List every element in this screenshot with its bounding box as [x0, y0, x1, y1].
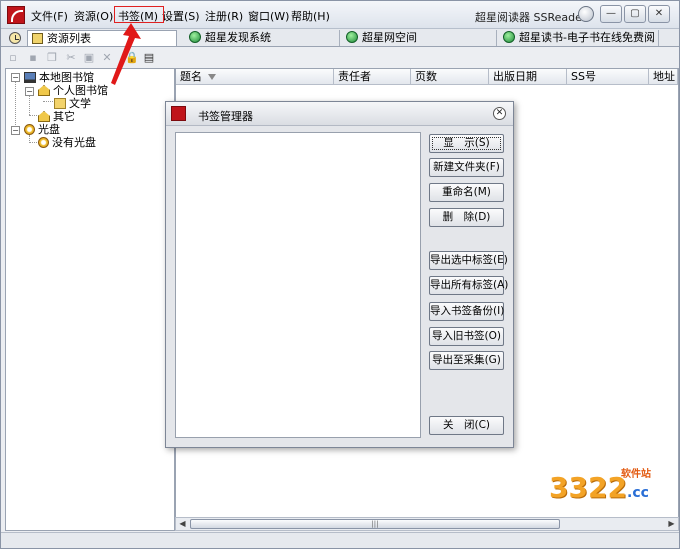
column-ss-number[interactable]: SS号 — [567, 69, 649, 85]
house-icon — [38, 85, 50, 96]
computer-icon — [24, 72, 36, 83]
dialog-close-icon[interactable]: ✕ — [493, 107, 506, 120]
dialog-title-bar[interactable]: 书签管理器 ✕ — [166, 102, 513, 126]
scroll-thumb[interactable]: ||| — [190, 519, 560, 529]
tree-item-no-disc[interactable]: 没有光盘 — [38, 136, 96, 149]
tree-item-personal-library[interactable]: 个人图书馆 — [38, 84, 108, 97]
column-title[interactable]: 题名 — [176, 69, 334, 85]
watermark-domain: .cc — [627, 485, 649, 501]
tree-item-cdrom[interactable]: 光盘 — [24, 123, 60, 136]
menu-file[interactable]: 文件(F) — [31, 8, 68, 24]
status-bar — [1, 532, 679, 548]
paste-icon[interactable]: ▣ — [83, 52, 95, 64]
expand-toggle[interactable]: − — [25, 87, 34, 96]
tree-item-local-library[interactable]: 本地图书馆 — [24, 71, 94, 84]
export-all-button[interactable]: 导出所有标签(A) — [429, 276, 508, 295]
watermark-tag: 软件站 — [621, 469, 651, 480]
globe-icon — [189, 31, 201, 43]
book-icon — [32, 33, 43, 44]
globe-icon — [346, 31, 358, 43]
menu-window[interactable]: 窗口(W) — [248, 8, 289, 24]
column-author[interactable]: 责任者 — [334, 69, 411, 85]
export-selected-button[interactable]: 导出选中标签(E) — [429, 251, 508, 270]
folder-icon — [54, 98, 66, 109]
expand-toggle[interactable]: − — [11, 73, 20, 82]
horizontal-scrollbar[interactable]: ◀ ||| ▶ — [175, 517, 679, 531]
app-window: 文件(F) 资源(O) 书签(M) 设置(S) 注册(R) 窗口(W) 帮助(H… — [0, 0, 680, 549]
import-backup-button[interactable]: 导入书签备份(I) — [429, 302, 504, 321]
tab-net-space[interactable]: 超星网空间 — [342, 30, 497, 46]
sort-icon — [208, 74, 216, 80]
column-pub-date[interactable]: 出版日期 — [489, 69, 567, 85]
tab-discovery[interactable]: 超星发现系统 — [185, 30, 340, 46]
app-logo-icon — [7, 6, 25, 24]
scroll-right-icon[interactable]: ▶ — [665, 518, 678, 530]
new-folder-button[interactable]: 新建文件夹(F) — [429, 158, 504, 177]
dialog-title: 书签管理器 — [198, 110, 253, 123]
house-icon — [38, 111, 50, 122]
delete-button[interactable]: 删 除(D) — [429, 208, 504, 227]
disc-icon — [38, 137, 49, 148]
annotation-arrow-icon — [111, 23, 141, 85]
import-old-button[interactable]: 导入旧书签(O) — [429, 327, 504, 346]
library-tree: − 本地图书馆 − 个人图书馆 文学 其它 − 光盘 没有光盘 — [5, 68, 175, 531]
tree-item-other[interactable]: 其它 — [38, 110, 75, 123]
rename-button[interactable]: 重命名(M) — [429, 183, 504, 202]
round-option-button[interactable] — [578, 6, 594, 22]
menu-settings[interactable]: 设置(S) — [162, 8, 200, 24]
export-collect-button[interactable]: 导出至采集(G) — [429, 351, 504, 370]
tab-online-reading[interactable]: 超星读书-电子书在线免费阅 — [499, 30, 659, 46]
close-dialog-button[interactable]: 关 闭(C) — [429, 416, 504, 435]
clock-icon[interactable] — [9, 32, 21, 44]
new-folder-icon[interactable]: ▪ — [27, 52, 39, 64]
bookmark-list[interactable] — [175, 132, 421, 438]
minimize-button[interactable]: — — [600, 5, 622, 23]
app-title: 超星阅读器 SSReader — [475, 11, 587, 24]
globe-icon — [503, 31, 515, 43]
bookmark-manager-dialog: 书签管理器 ✕ 显 示(S) 新建文件夹(F) 重命名(M) 删 除(D) 导出… — [165, 101, 514, 448]
tree-item-literature[interactable]: 文学 — [54, 97, 91, 110]
column-address[interactable]: 地址 — [649, 69, 678, 85]
column-pages[interactable]: 页数 — [411, 69, 489, 85]
expand-toggle[interactable]: − — [11, 126, 20, 135]
disc-icon — [24, 124, 35, 135]
watermark-number: 3322 — [549, 471, 627, 504]
copy-icon[interactable]: ❐ — [46, 52, 58, 64]
scroll-left-icon[interactable]: ◀ — [176, 518, 189, 530]
close-button[interactable]: ✕ — [648, 5, 670, 23]
app-logo-icon — [171, 106, 186, 121]
menu-help[interactable]: 帮助(H) — [291, 8, 330, 24]
cut-icon[interactable]: ✂ — [65, 52, 77, 64]
maximize-button[interactable]: ▢ — [624, 5, 646, 23]
menu-register[interactable]: 注册(R) — [205, 8, 243, 24]
site-watermark: 3322 软件站 .cc — [549, 463, 659, 513]
new-icon[interactable]: ▫ — [7, 52, 19, 64]
show-button[interactable]: 显 示(S) — [429, 134, 504, 153]
